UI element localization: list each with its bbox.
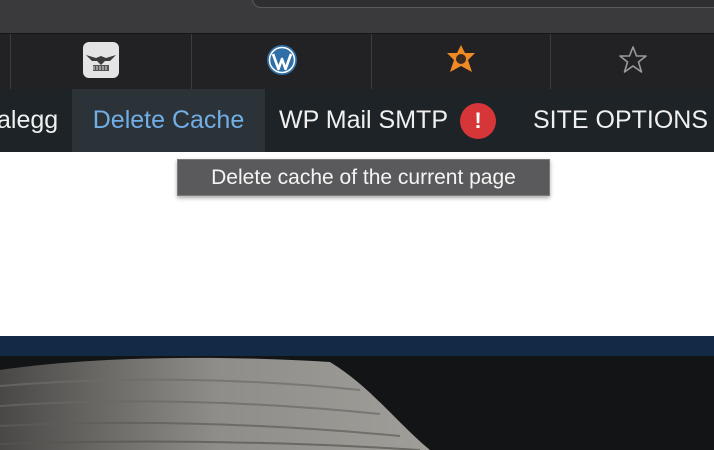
delete-cache-tooltip: Delete cache of the current page — [177, 159, 550, 196]
admin-bar-label: alegg — [0, 106, 59, 134]
alert-badge: ! — [460, 102, 496, 139]
admin-bar-label: SITE OPTIONS — [533, 106, 709, 134]
star-icon — [618, 45, 648, 80]
bookmark-eagle[interactable] — [11, 34, 191, 90]
delete-cache-button[interactable]: Delete Cache — [72, 89, 265, 152]
admin-bar-label: Delete Cache — [92, 106, 245, 134]
bookmark-orange-app[interactable] — [372, 34, 550, 90]
eagle-logo-icon — [83, 41, 119, 83]
bookmarks-bar — [0, 33, 714, 90]
tooltip-text: Delete cache of the current page — [211, 165, 516, 189]
wordpress-icon — [266, 44, 298, 81]
orange-gear-icon — [444, 43, 478, 82]
wp-admin-bar: alegg Delete Cache WP Mail SMTP ! SITE O… — [0, 89, 714, 152]
site-options-menu[interactable]: SITE OPTIONS — [533, 89, 708, 152]
address-bar[interactable] — [252, 0, 714, 8]
bookmark-wordpress[interactable] — [192, 34, 371, 90]
site-header-band — [0, 336, 714, 356]
browser-title-bar — [0, 0, 714, 33]
wp-mail-smtp-menu[interactable]: WP Mail SMTP ! — [279, 89, 496, 152]
bookmark-add[interactable] — [551, 34, 714, 90]
admin-bar-item-site[interactable]: alegg — [0, 89, 72, 152]
hero-image — [0, 356, 714, 450]
admin-bar-label: WP Mail SMTP — [279, 106, 448, 134]
